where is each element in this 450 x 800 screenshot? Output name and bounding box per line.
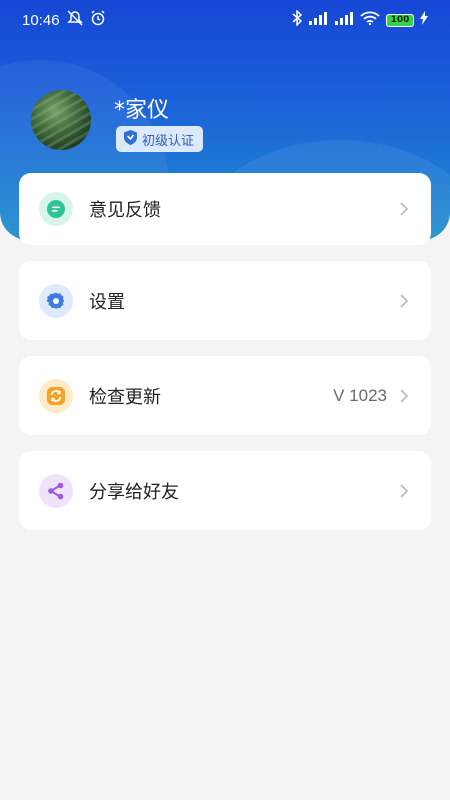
signal-icon bbox=[334, 11, 354, 29]
gear-icon bbox=[39, 283, 73, 318]
refresh-icon bbox=[39, 378, 73, 413]
menu-item-check-update[interactable]: 检查更新 V 1023 bbox=[19, 356, 431, 435]
menu-item-label: 分享给好友 bbox=[89, 481, 179, 503]
username: *家仪 bbox=[114, 98, 170, 123]
menu-item-share[interactable]: 分享给好友 bbox=[19, 451, 431, 530]
menu-item-feedback[interactable]: 意见反馈 bbox=[19, 173, 431, 245]
status-bar: 10:46 100 bbox=[0, 0, 450, 40]
mute-notification-icon bbox=[66, 10, 84, 30]
signal-hd-icon bbox=[308, 11, 328, 29]
bluetooth-icon bbox=[292, 9, 303, 30]
chat-bubble-icon bbox=[39, 192, 73, 226]
shield-check-icon bbox=[124, 129, 137, 149]
status-time: 10:46 bbox=[22, 11, 60, 29]
charging-icon bbox=[420, 11, 428, 29]
menu-item-label: 意见反馈 bbox=[89, 200, 161, 221]
certification-badge[interactable]: 初级认证 bbox=[116, 126, 204, 152]
chevron-right-icon bbox=[400, 293, 409, 308]
share-icon bbox=[39, 473, 73, 508]
menu-item-label: 设置 bbox=[89, 291, 125, 313]
chevron-right-icon bbox=[400, 202, 409, 216]
chevron-right-icon bbox=[400, 483, 409, 498]
version-number: V 1023 bbox=[333, 385, 387, 405]
menu-item-label: 检查更新 bbox=[89, 386, 161, 408]
alarm-icon bbox=[90, 10, 106, 30]
badge-label: 初级认证 bbox=[142, 133, 195, 149]
chevron-right-icon bbox=[400, 388, 409, 403]
avatar[interactable] bbox=[31, 90, 91, 150]
menu-item-settings[interactable]: 设置 bbox=[19, 261, 431, 340]
wifi-icon bbox=[360, 11, 380, 29]
battery-indicator: 100 bbox=[386, 13, 414, 27]
